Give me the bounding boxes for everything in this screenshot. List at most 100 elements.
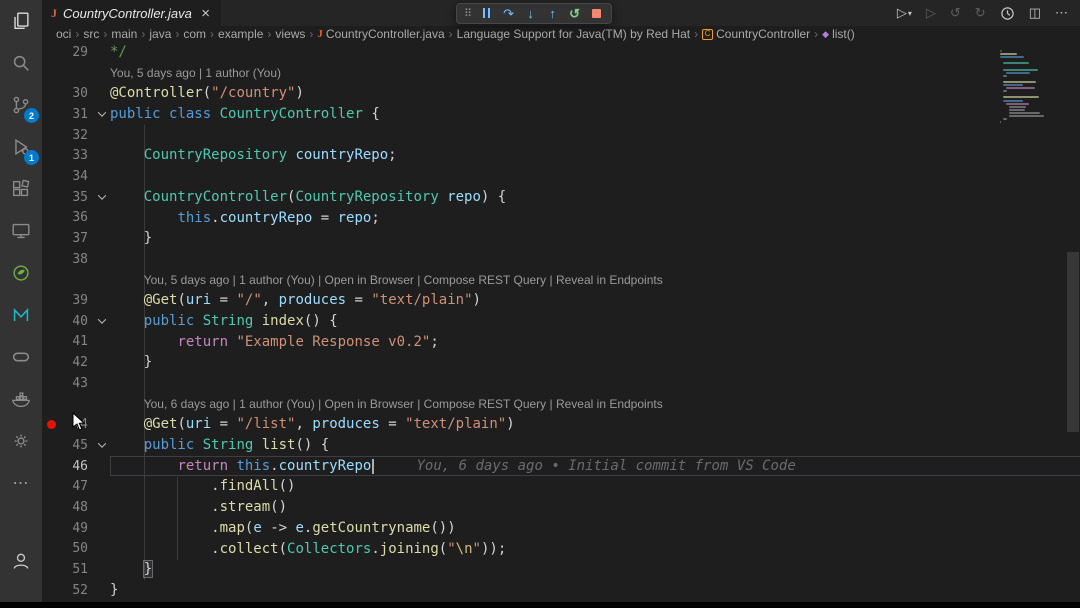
activity-source-control[interactable]: 2 xyxy=(0,84,42,126)
code-text[interactable]: CountryController(CountryRepository repo… xyxy=(110,187,506,208)
activity-docker[interactable] xyxy=(0,378,42,420)
restart-button[interactable]: ↺ xyxy=(567,7,582,20)
code-text[interactable]: .map(e -> e.getCountryname()) xyxy=(110,518,456,539)
gutter[interactable] xyxy=(42,270,110,291)
gutter[interactable]: 46 xyxy=(42,456,110,477)
breadcrumb-item[interactable]: example xyxy=(218,27,263,41)
code-line[interactable]: 44 @Get(uri = "/list", produces = "text/… xyxy=(42,414,1066,435)
code-text[interactable]: } xyxy=(110,228,152,249)
scrollbar-thumb[interactable] xyxy=(1067,252,1079,432)
tab-close-icon[interactable]: × xyxy=(199,6,212,21)
breadcrumb-item[interactable]: Language Support for Java(TM) by Red Hat xyxy=(457,27,690,41)
navigate-forward-icon[interactable]: ↻ xyxy=(975,5,986,21)
gutter[interactable]: 44 xyxy=(42,414,110,435)
gutter[interactable] xyxy=(42,394,110,415)
code-line[interactable]: 46 return this.countryRepo You, 6 days a… xyxy=(42,456,1066,477)
code-line[interactable]: 37 } xyxy=(42,228,1066,249)
gutter[interactable]: 35 xyxy=(42,187,110,208)
gutter[interactable]: 37 xyxy=(42,228,110,249)
activity-explorer[interactable] xyxy=(0,0,42,42)
code-line[interactable]: 31public class CountryController { xyxy=(42,104,1066,125)
gutter[interactable]: 29 xyxy=(42,42,110,63)
code-line[interactable]: 38 xyxy=(42,249,1066,270)
breadcrumb-item[interactable]: views xyxy=(275,27,305,41)
gutter[interactable] xyxy=(42,63,110,84)
gutter[interactable]: 52 xyxy=(42,580,110,601)
activity-run-debug[interactable]: 1 xyxy=(0,126,42,168)
code-text[interactable]: public String list() { xyxy=(110,435,329,456)
code-line[interactable]: 51 } xyxy=(42,559,1066,580)
code-line[interactable]: 40 public String index() { xyxy=(42,311,1066,332)
breadcrumb-item[interactable]: oci xyxy=(56,27,71,41)
code-text[interactable]: .findAll() xyxy=(110,476,295,497)
activity-spring-boot[interactable] xyxy=(0,252,42,294)
gutter[interactable]: 49 xyxy=(42,518,110,539)
timeline-icon[interactable] xyxy=(1000,6,1015,21)
codelens-row[interactable]: You, 5 days ago | 1 author (You) xyxy=(42,63,1066,84)
gutter[interactable]: 48 xyxy=(42,497,110,518)
gutter[interactable]: 41 xyxy=(42,332,110,353)
step-over-button[interactable]: ↷ xyxy=(501,7,516,20)
code-text[interactable]: return "Example Response v0.2"; xyxy=(110,332,439,353)
code-line[interactable]: 41 return "Example Response v0.2"; xyxy=(42,332,1066,353)
code-line[interactable]: 36 this.countryRepo = repo; xyxy=(42,208,1066,229)
code-line[interactable]: 35 CountryController(CountryRepository r… xyxy=(42,187,1066,208)
codelens-text[interactable]: You, 5 days ago | 1 author (You) xyxy=(110,66,281,80)
code-line[interactable]: 50 .collect(Collectors.joining("\n")); xyxy=(42,539,1066,560)
breadcrumb-item[interactable]: ◆list() xyxy=(822,27,855,41)
editor-scrollbar[interactable] xyxy=(1066,42,1080,608)
activity-account[interactable] xyxy=(0,540,42,582)
step-into-button[interactable]: ↓ xyxy=(523,7,538,20)
code-line[interactable]: 33 CountryRepository countryRepo; xyxy=(42,145,1066,166)
gutter[interactable]: 33 xyxy=(42,145,110,166)
navigate-back-icon[interactable]: ↺ xyxy=(950,5,961,21)
activity-more[interactable]: ⋯ xyxy=(0,462,42,504)
activity-extensions[interactable] xyxy=(0,168,42,210)
breadcrumb-item[interactable]: src xyxy=(83,27,99,41)
gutter[interactable]: 38 xyxy=(42,249,110,270)
breadcrumb-item[interactable]: com xyxy=(183,27,206,41)
codelens-row[interactable]: You, 5 days ago | 1 author (You) | Open … xyxy=(42,270,1066,291)
breadcrumb-item[interactable]: CCountryController xyxy=(702,27,810,41)
breadcrumb-item[interactable]: JCountryController.java xyxy=(317,27,444,41)
code-text[interactable]: return this.countryRepo You, 6 days ago … xyxy=(110,456,796,477)
code-text[interactable]: public class CountryController { xyxy=(110,104,380,125)
activity-micronaut[interactable] xyxy=(0,294,42,336)
code-text[interactable]: public String index() { xyxy=(110,311,338,332)
code-line[interactable]: 52} xyxy=(42,580,1066,601)
gutter[interactable]: 36 xyxy=(42,208,110,229)
minimap[interactable] xyxy=(1000,50,1064,127)
code-text[interactable]: @Get(uri = "/", produces = "text/plain") xyxy=(110,290,481,311)
code-line[interactable]: 30@Controller("/country") xyxy=(42,83,1066,104)
tab-countrycontroller-java[interactable]: J CountryController.java × xyxy=(42,0,222,26)
more-actions-button[interactable]: ⋯ xyxy=(1055,5,1068,21)
activity-search[interactable] xyxy=(0,42,42,84)
gutter[interactable]: 32 xyxy=(42,125,110,146)
gutter[interactable]: 30 xyxy=(42,83,110,104)
code-line[interactable]: 39 @Get(uri = "/", produces = "text/plai… xyxy=(42,290,1066,311)
code-text[interactable]: } xyxy=(110,352,152,373)
code-line[interactable]: 45 public String list() { xyxy=(42,435,1066,456)
fold-chevron-icon[interactable] xyxy=(94,104,110,125)
fold-chevron-icon[interactable] xyxy=(94,311,110,332)
gutter[interactable]: 47 xyxy=(42,476,110,497)
code-area[interactable]: 29*/ You, 5 days ago | 1 author (You) 30@C… xyxy=(42,42,1066,608)
gutter[interactable]: 50 xyxy=(42,539,110,560)
gutter[interactable]: 45 xyxy=(42,435,110,456)
code-text[interactable]: } xyxy=(110,559,152,580)
code-text[interactable]: CountryRepository countryRepo; xyxy=(110,145,397,166)
code-text[interactable]: .stream() xyxy=(110,497,287,518)
gutter[interactable]: 31 xyxy=(42,104,110,125)
code-line[interactable]: 43 xyxy=(42,373,1066,394)
pause-button[interactable] xyxy=(479,7,494,20)
gutter[interactable]: 43 xyxy=(42,373,110,394)
activity-oci[interactable] xyxy=(0,336,42,378)
gutter[interactable]: 39 xyxy=(42,290,110,311)
code-text[interactable]: this.countryRepo = repo; xyxy=(110,208,380,229)
gutter[interactable]: 51 xyxy=(42,559,110,580)
code-text[interactable]: */ xyxy=(110,42,127,63)
activity-tools[interactable] xyxy=(0,420,42,462)
gutter[interactable]: 42 xyxy=(42,352,110,373)
code-line[interactable]: 49 .map(e -> e.getCountryname()) xyxy=(42,518,1066,539)
code-line[interactable]: 47 .findAll() xyxy=(42,476,1066,497)
